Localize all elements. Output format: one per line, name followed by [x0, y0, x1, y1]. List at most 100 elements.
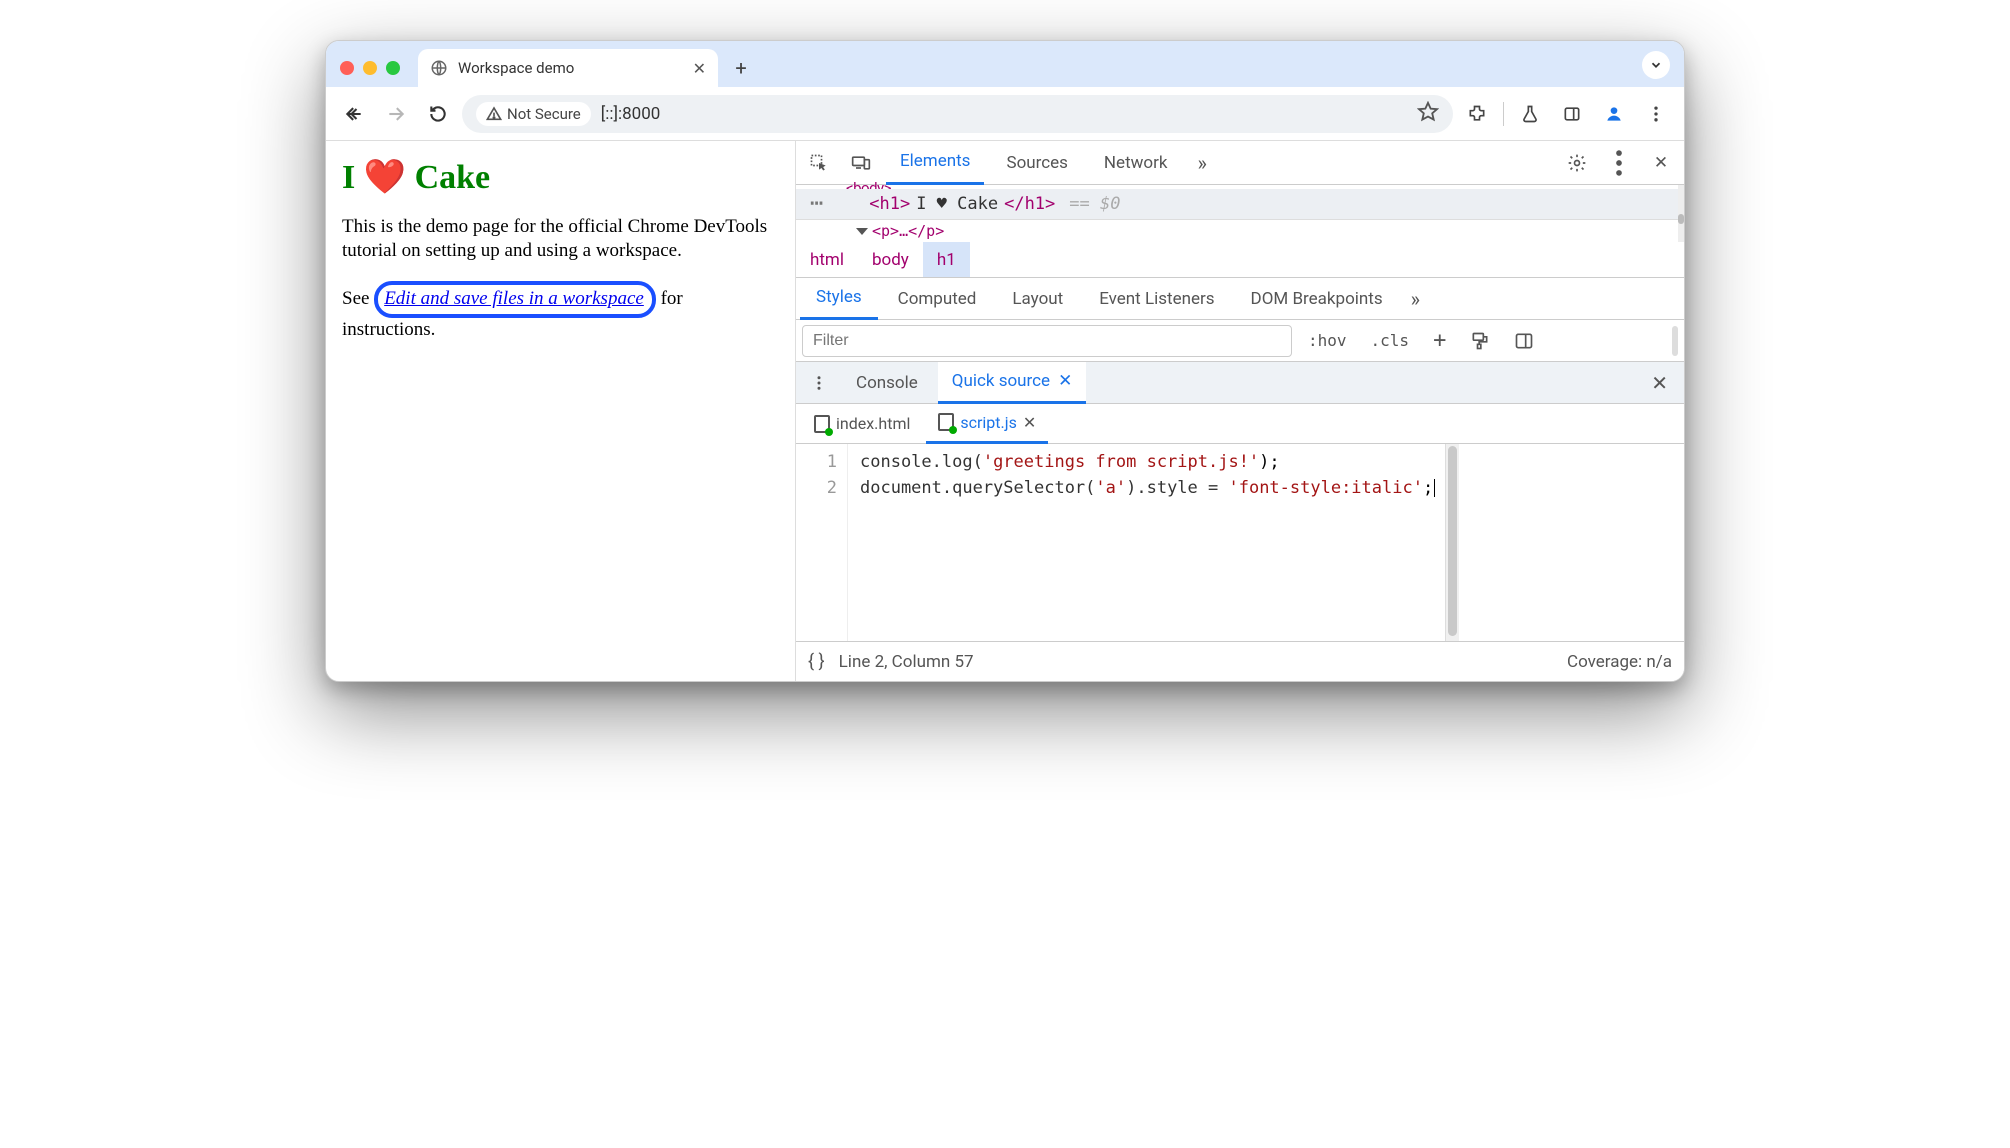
close-tab-button[interactable]: ✕	[693, 59, 706, 78]
tutorial-link[interactable]: Edit and save files in a workspace	[374, 281, 656, 319]
source-file-tabs: index.html script.js ✕	[796, 404, 1684, 444]
back-button[interactable]	[336, 96, 372, 132]
styles-scrollbar[interactable]	[1672, 326, 1678, 356]
dom-overflow-icon[interactable]: ⋯	[810, 201, 825, 207]
new-tab-button[interactable]: +	[726, 53, 756, 83]
close-file-tab-button[interactable]: ✕	[1023, 413, 1036, 432]
hov-toggle[interactable]: :hov	[1300, 331, 1355, 350]
page-paragraph-2: See Edit and save files in a workspace f…	[342, 281, 779, 343]
titlebar: Workspace demo ✕ +	[326, 41, 1684, 87]
pretty-print-button[interactable]: { }	[808, 651, 825, 672]
dom-next-line: <p>…</p>	[796, 220, 1684, 242]
page-viewport: I ❤️ Cake This is the demo page for the …	[326, 141, 796, 681]
breadcrumb-body[interactable]: body	[858, 242, 923, 277]
drawer-close-button[interactable]: ✕	[1641, 371, 1678, 395]
source-editor[interactable]: 1 2 console.log('greetings from script.j…	[796, 444, 1684, 641]
paint-icon[interactable]	[1462, 331, 1498, 351]
dom-text: I ♥ Cake	[916, 194, 998, 214]
drawer-tab-quick-source[interactable]: Quick source ✕	[938, 362, 1087, 404]
styles-tabstrip: Styles Computed Layout Event Listeners D…	[796, 278, 1684, 320]
address-bar[interactable]: Not Secure [::]:8000	[462, 95, 1453, 133]
side-panel-button[interactable]	[1554, 96, 1590, 132]
tab-search-button[interactable]	[1642, 51, 1670, 79]
profile-button[interactable]	[1596, 96, 1632, 132]
devtools-panel: Elements Sources Network » ✕ <body> ⋯ <h…	[796, 141, 1684, 681]
tab-styles[interactable]: Styles	[800, 278, 878, 320]
styles-toolbar: :hov .cls +	[796, 320, 1684, 362]
new-style-rule-button[interactable]: +	[1425, 328, 1454, 353]
security-label: Not Secure	[507, 105, 581, 123]
tab-title: Workspace demo	[458, 59, 683, 77]
tab-sources[interactable]: Sources	[992, 141, 1081, 185]
line-gutter: 1 2	[796, 444, 848, 641]
text-cursor	[1434, 479, 1435, 497]
labs-button[interactable]	[1512, 96, 1548, 132]
editor-scrollbar[interactable]	[1445, 444, 1459, 641]
tab-elements[interactable]: Elements	[886, 141, 984, 185]
bookmark-button[interactable]	[1417, 101, 1439, 127]
dom-breadcrumb: html body h1	[796, 242, 1684, 278]
drawer-tab-label: Quick source	[952, 371, 1050, 391]
window-controls	[340, 61, 400, 75]
reload-button[interactable]	[420, 96, 456, 132]
page-paragraph-1: This is the demo page for the official C…	[342, 215, 779, 263]
globe-icon	[430, 59, 448, 77]
extensions-button[interactable]	[1459, 96, 1495, 132]
styles-filter-input[interactable]	[802, 325, 1292, 357]
dom-selector-hint: == $0	[1069, 194, 1120, 214]
toolbar-divider	[1503, 102, 1504, 126]
editor-status-bar: { } Line 2, Column 57 Coverage: n/a	[796, 641, 1684, 681]
drawer-tab-console[interactable]: Console	[842, 362, 932, 404]
line-number: 1	[796, 450, 837, 476]
devtools-menu-button[interactable]	[1602, 146, 1636, 180]
warning-icon	[486, 106, 502, 122]
dom-open-tag: <h1>	[869, 194, 910, 214]
chrome-menu-button[interactable]	[1638, 96, 1674, 132]
dom-scrollbar[interactable]	[1678, 185, 1684, 242]
file-tab-script[interactable]: script.js ✕	[926, 404, 1048, 444]
browser-toolbar: Not Secure [::]:8000	[326, 87, 1684, 141]
devtools-settings-button[interactable]	[1560, 153, 1594, 173]
more-tabs-button[interactable]: »	[1189, 151, 1214, 175]
page-heading: I ❤️ Cake	[342, 157, 779, 197]
cls-toggle[interactable]: .cls	[1363, 331, 1418, 350]
coverage-status: Coverage: n/a	[1567, 652, 1672, 672]
tab-dom-breakpoints[interactable]: DOM Breakpoints	[1235, 278, 1399, 320]
tab-network[interactable]: Network	[1090, 141, 1182, 185]
p2-pre: See	[342, 288, 374, 309]
flex-grid-icon[interactable]	[1506, 331, 1542, 351]
devtools-close-button[interactable]: ✕	[1644, 153, 1678, 173]
file-icon	[814, 415, 830, 433]
close-drawer-tab-button[interactable]: ✕	[1058, 371, 1072, 391]
file-icon	[938, 413, 954, 431]
line-number: 2	[796, 476, 837, 502]
styles-more-button[interactable]: »	[1403, 287, 1428, 311]
breadcrumb-html[interactable]: html	[796, 242, 858, 277]
security-chip[interactable]: Not Secure	[476, 102, 591, 126]
breadcrumb-h1[interactable]: h1	[923, 242, 970, 277]
dom-tree[interactable]: <body> ⋯ <h1>I ♥ Cake</h1> == $0 <p>…</p…	[796, 185, 1684, 242]
file-tab-label: index.html	[836, 414, 910, 433]
dom-prev-line: <body>	[796, 179, 1684, 189]
minimize-window-button[interactable]	[363, 61, 377, 75]
cursor-position: Line 2, Column 57	[839, 652, 974, 672]
forward-button[interactable]	[378, 96, 414, 132]
browser-tab[interactable]: Workspace demo ✕	[418, 49, 718, 87]
dom-selected-row[interactable]: ⋯ <h1> I ♥ Cake </h1> == $0	[796, 189, 1684, 220]
file-tab-index[interactable]: index.html	[802, 404, 922, 444]
file-tab-label: script.js	[960, 413, 1016, 432]
inspect-element-button[interactable]	[802, 153, 836, 173]
device-toolbar-button[interactable]	[844, 153, 878, 173]
close-window-button[interactable]	[340, 61, 354, 75]
zoom-window-button[interactable]	[386, 61, 400, 75]
url-text: [::]:8000	[601, 104, 1407, 124]
tab-layout[interactable]: Layout	[996, 278, 1079, 320]
content-area: I ❤️ Cake This is the demo page for the …	[326, 141, 1684, 681]
drawer-tabstrip: Console Quick source ✕ ✕	[796, 362, 1684, 404]
drawer-menu-button[interactable]	[802, 374, 836, 392]
tab-event-listeners[interactable]: Event Listeners	[1083, 278, 1230, 320]
code-content[interactable]: console.log('greetings from script.js!')…	[848, 444, 1445, 641]
tab-computed[interactable]: Computed	[882, 278, 993, 320]
browser-window: Workspace demo ✕ + Not Secure [::]:8000	[325, 40, 1685, 682]
dom-close-tag: </h1>	[1004, 194, 1055, 214]
